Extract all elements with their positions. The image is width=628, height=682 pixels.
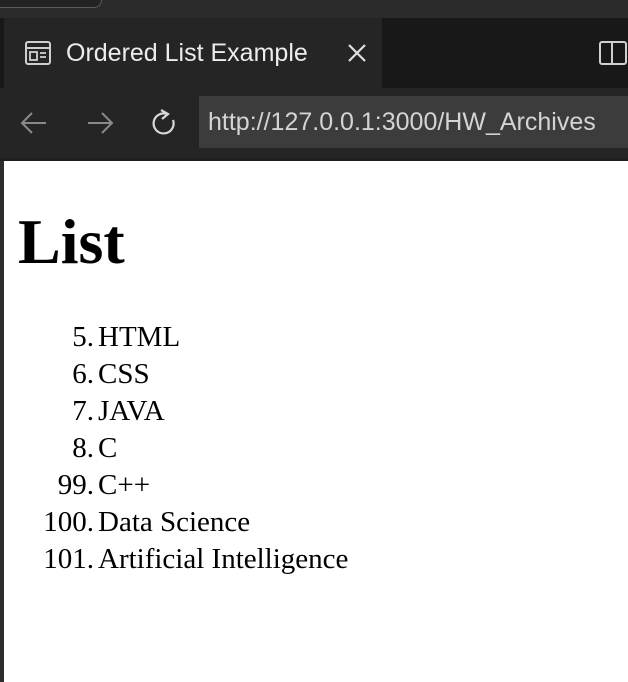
list-item-number: 101.	[43, 543, 94, 575]
list-item-text: Artificial Intelligence	[98, 543, 349, 575]
ordered-list: 5. HTML 6. CSS 7. JAVA 8. C 99. C++ 100. Data …	[4, 319, 624, 578]
list-item: 99. C++	[4, 467, 624, 504]
page-content: List 5. HTML 6. CSS 7. JAVA 8. C 99. C++ 100.…	[0, 161, 628, 682]
list-item: 6. CSS	[4, 356, 624, 393]
list-item-number: 6.	[72, 358, 94, 390]
navigation-bar: http://127.0.0.1:3000/HW_Archives	[0, 88, 628, 158]
window-top-strip	[0, 0, 628, 18]
list-item-number: 99.	[57, 469, 94, 501]
list-item-text: JAVA	[98, 395, 165, 427]
list-item-text: C++	[98, 469, 151, 501]
list-item-number: 100.	[43, 506, 94, 538]
list-item-text: C	[98, 432, 118, 464]
url-text: http://127.0.0.1:3000/HW_Archives	[208, 108, 596, 136]
tab-ordered-list-example[interactable]: Ordered List Example	[4, 18, 382, 88]
list-item-text: HTML	[98, 321, 181, 353]
close-icon[interactable]	[343, 39, 371, 67]
list-item: 8. C	[4, 430, 624, 467]
address-bar[interactable]: http://127.0.0.1:3000/HW_Archives	[199, 96, 628, 148]
list-item-number: 8.	[72, 432, 94, 464]
arrow-right-icon[interactable]	[84, 107, 116, 139]
tab-bar: Ordered List Example	[0, 18, 628, 88]
tab-title: Ordered List Example	[66, 39, 308, 67]
window-tab-edge	[0, 0, 102, 8]
list-item: 100. Data Science	[4, 504, 624, 541]
list-item: 5. HTML	[4, 319, 624, 356]
page-title: List	[18, 206, 125, 277]
list-item-number: 5.	[72, 321, 94, 353]
list-item: 101. Artificial Intelligence	[4, 541, 624, 578]
list-item-text: Data Science	[98, 506, 251, 538]
arrow-left-icon[interactable]	[18, 107, 50, 139]
page-preview-icon	[24, 39, 52, 67]
split-editor-icon[interactable]	[597, 39, 627, 67]
list-item-number: 7.	[72, 395, 94, 427]
list-item: 7. JAVA	[4, 393, 624, 430]
reload-icon[interactable]	[148, 107, 180, 139]
list-item-text: CSS	[98, 358, 150, 390]
